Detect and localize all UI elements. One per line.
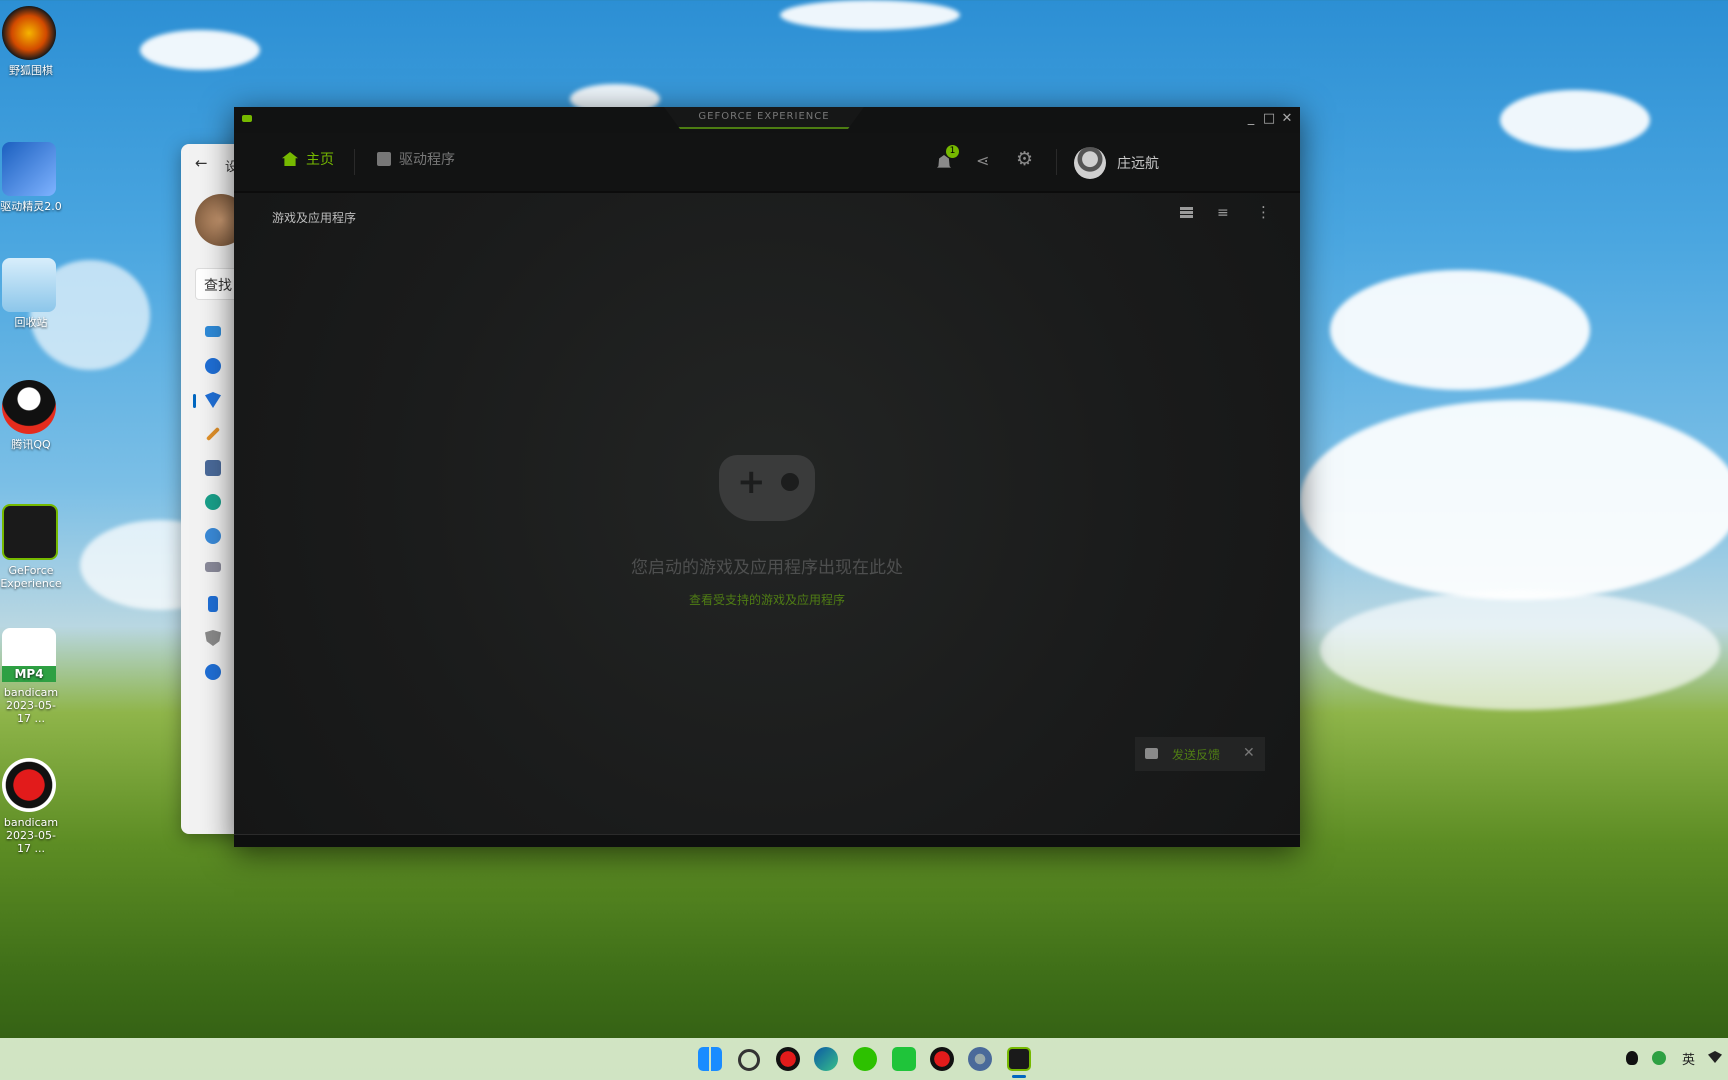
accounts-icon[interactable] xyxy=(205,494,221,510)
more-options-icon[interactable]: ⋮ xyxy=(1256,203,1271,221)
tab-drivers[interactable]: 驱动程序 xyxy=(377,149,455,169)
settings-gear-icon[interactable]: ⚙ xyxy=(1016,148,1033,170)
share-icon[interactable]: ⋖ xyxy=(976,151,989,170)
windows-start-icon[interactable] xyxy=(698,1047,722,1071)
window-title: GEFORCE EXPERIENCE xyxy=(664,107,864,129)
bluetooth-icon[interactable] xyxy=(205,358,221,374)
supported-games-link[interactable]: 查看受支持的游戏及应用程序 xyxy=(234,591,1300,608)
qq-penguin-icon xyxy=(2,380,56,434)
empty-state-message: 您启动的游戏及应用程序出现在此处 xyxy=(631,558,903,578)
active-app-indicator xyxy=(1012,1075,1026,1078)
taskbar: 英 xyxy=(0,1038,1728,1080)
home-icon xyxy=(282,152,298,166)
privacy-shield-icon[interactable] xyxy=(205,630,221,646)
desktop-icon-label: 野狐围棋 xyxy=(9,64,53,77)
nvidia-logo-icon xyxy=(242,115,252,122)
wifi-icon[interactable] xyxy=(205,392,221,408)
nvidia-icon xyxy=(2,504,58,560)
record-app-icon[interactable] xyxy=(776,1047,800,1071)
username[interactable]: 庄远航 xyxy=(1117,153,1159,173)
tab-home[interactable]: 主页 xyxy=(282,149,334,169)
search-icon[interactable] xyxy=(738,1049,760,1071)
personalization-brush-icon[interactable] xyxy=(205,426,221,442)
chat-bubble-icon xyxy=(1145,748,1158,759)
iqiyi-icon[interactable] xyxy=(892,1047,916,1071)
desktop-icon-geforce-experience[interactable]: GeForce Experience xyxy=(0,504,62,590)
nav-divider xyxy=(354,149,355,175)
desktop-icon-bandicam-video[interactable]: MP4 bandicam 2023-05-17 ... xyxy=(0,628,62,725)
button-icon xyxy=(781,473,799,491)
time-language-icon[interactable] xyxy=(205,528,221,544)
top-navigation: 主页 驱动程序 1 ⋖ ⚙ 庄远航 xyxy=(234,133,1300,193)
main-content: 游戏及应用程序 ≡ ⋮ + 您启动的游戏及应用程序出现在此处 查看受支持的游戏及… xyxy=(234,193,1300,847)
desktop-icon-label: 回收站 xyxy=(14,316,48,329)
edge-browser-icon[interactable] xyxy=(814,1047,838,1071)
filter-icon[interactable]: ≡ xyxy=(1217,205,1229,221)
tab-drivers-label: 驱动程序 xyxy=(399,152,455,168)
desktop-icon-label: 腾讯QQ xyxy=(11,438,51,451)
yehu-weiqi-icon xyxy=(2,6,56,60)
gamepad-icon: + xyxy=(719,455,815,521)
sidebar-active-indicator xyxy=(193,394,196,408)
recycle-bin-icon xyxy=(2,258,56,312)
search-placeholder: 查找 xyxy=(204,278,232,294)
qq-tray-icon[interactable] xyxy=(1626,1051,1638,1065)
maximize-button[interactable]: □ xyxy=(1260,111,1278,126)
window-bottom-border xyxy=(234,834,1300,847)
video-file-icon: MP4 xyxy=(2,628,56,682)
nav-divider xyxy=(1056,149,1057,175)
feedback-label: 发送反馈 xyxy=(1172,748,1221,762)
title-bar[interactable]: GEFORCE EXPERIENCE _ □ ✕ xyxy=(234,107,1300,133)
apps-icon[interactable] xyxy=(205,460,221,476)
desktop-icon-label: 驱动精灵2.0 xyxy=(0,200,62,213)
desktop-icon-label: GeForce Experience xyxy=(0,564,62,590)
dpad-icon: + xyxy=(737,462,766,502)
bandicam-taskbar-icon[interactable] xyxy=(930,1047,954,1071)
windows-update-icon[interactable] xyxy=(205,664,221,680)
desktop-icon-bandicam[interactable]: bandicam 2023-05-17 ... xyxy=(0,758,62,855)
minimize-button[interactable]: _ xyxy=(1242,111,1260,126)
desktop-icon-label: bandicam 2023-05-17 ... xyxy=(3,816,59,855)
accessibility-icon[interactable] xyxy=(208,596,218,612)
geforce-experience-window[interactable]: GEFORCE EXPERIENCE _ □ ✕ 主页 驱动程序 1 ⋖ ⚙ 庄… xyxy=(234,107,1300,847)
geforce-taskbar-icon[interactable] xyxy=(1007,1047,1031,1071)
bandicam-icon xyxy=(2,758,56,812)
ime-indicator[interactable]: 英 xyxy=(1682,1049,1695,1068)
tab-home-label: 主页 xyxy=(306,152,334,168)
close-button[interactable]: ✕ xyxy=(1278,111,1296,126)
feedback-bar[interactable]: 发送反馈 ✕ xyxy=(1135,737,1265,771)
list-view-icon[interactable] xyxy=(1180,207,1193,218)
wechat-icon[interactable] xyxy=(853,1047,877,1071)
wifi-tray-icon[interactable] xyxy=(1708,1051,1722,1063)
system-icon[interactable] xyxy=(205,326,221,337)
gaming-icon[interactable] xyxy=(205,562,221,572)
desktop-icon-driver-genius[interactable]: 驱动精灵2.0 xyxy=(0,142,62,213)
desktop-icon-label: bandicam 2023-05-17 ... xyxy=(3,686,59,725)
notification-count-badge: 1 xyxy=(946,145,959,158)
desktop-icon-qq[interactable]: 腾讯QQ xyxy=(0,380,62,451)
settings-taskbar-icon[interactable] xyxy=(968,1047,992,1071)
section-title: 游戏及应用程序 xyxy=(272,211,357,225)
desktop-icon-yehu-weiqi[interactable]: 野狐围棋 xyxy=(0,6,62,77)
back-arrow-icon[interactable]: ← xyxy=(195,154,208,172)
close-feedback-icon[interactable]: ✕ xyxy=(1243,745,1255,761)
driver-genius-icon xyxy=(2,142,56,196)
driver-box-icon xyxy=(377,152,391,166)
sync-tray-icon[interactable] xyxy=(1652,1051,1666,1065)
mp4-badge: MP4 xyxy=(2,666,56,682)
desktop-icon-recycle-bin[interactable]: 回收站 xyxy=(0,258,62,329)
user-avatar[interactable] xyxy=(1074,147,1106,179)
